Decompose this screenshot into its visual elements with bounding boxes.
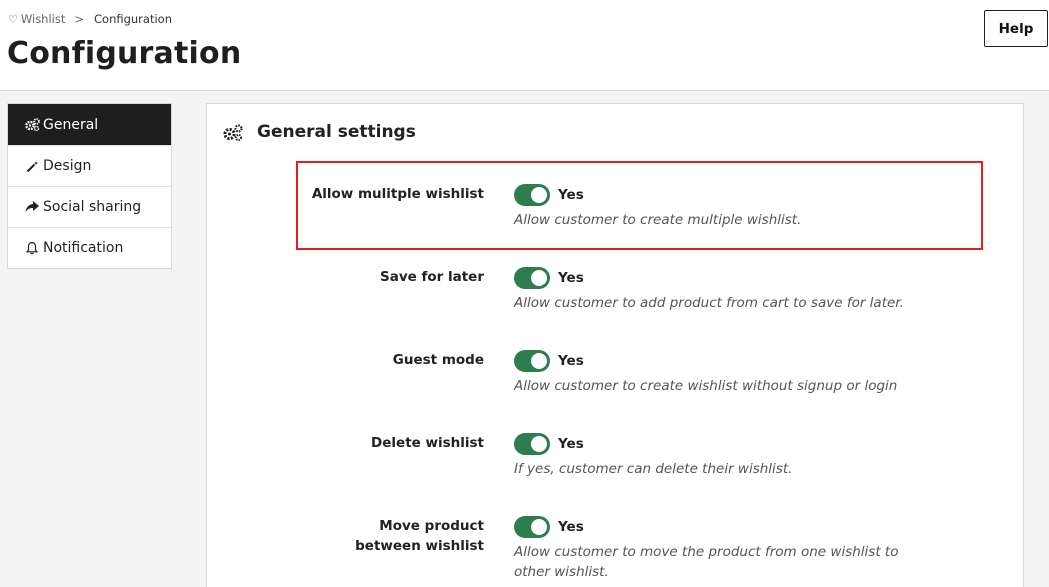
highlight-box bbox=[296, 161, 983, 250]
settings-sidebar: General Design Social sharing Notificati… bbox=[7, 103, 172, 269]
breadcrumb-current: Configuration bbox=[94, 12, 172, 26]
panel-title: General settings bbox=[223, 122, 416, 142]
breadcrumb-separator: > bbox=[74, 12, 84, 26]
guest-mode-toggle[interactable] bbox=[514, 350, 550, 372]
magic-wand-icon bbox=[23, 160, 41, 173]
bell-icon bbox=[23, 241, 41, 255]
toggle-value: Yes bbox=[558, 270, 584, 286]
sidebar-item-label: Design bbox=[43, 158, 92, 174]
setting-help-text: Allow customer to create wishlist withou… bbox=[514, 378, 898, 394]
setting-label: Guest mode bbox=[392, 352, 484, 368]
toggle-value: Yes bbox=[558, 519, 584, 535]
panel-title-text: General settings bbox=[257, 122, 416, 142]
save-for-later-toggle[interactable] bbox=[514, 267, 550, 289]
setting-label: Move product between wishlist bbox=[355, 518, 484, 554]
breadcrumb: ♡ Wishlist > Configuration bbox=[8, 12, 172, 26]
setting-help-text: Allow customer to create multiple wishli… bbox=[514, 212, 802, 228]
gears-icon bbox=[23, 118, 41, 131]
setting-label: Delete wishlist bbox=[371, 435, 484, 451]
toggle-value: Yes bbox=[558, 187, 584, 203]
setting-help-text: If yes, customer can delete their wishli… bbox=[514, 461, 793, 477]
page-title: Configuration bbox=[7, 36, 242, 71]
setting-label: Allow mulitple wishlist bbox=[311, 186, 484, 202]
sidebar-item-social-sharing[interactable]: Social sharing bbox=[8, 186, 171, 227]
move-product-toggle[interactable] bbox=[514, 516, 550, 538]
toggle-value: Yes bbox=[558, 436, 584, 452]
gears-icon bbox=[223, 123, 243, 141]
setting-label: Save for later bbox=[380, 269, 484, 285]
delete-wishlist-toggle[interactable] bbox=[514, 433, 550, 455]
breadcrumb-wishlist-link[interactable]: Wishlist bbox=[21, 12, 65, 26]
help-button[interactable]: Help bbox=[984, 10, 1048, 47]
page-header: ♡ Wishlist > Configuration Configuration… bbox=[0, 0, 1049, 91]
heart-icon: ♡ bbox=[8, 12, 18, 26]
sidebar-item-label: Social sharing bbox=[43, 199, 142, 215]
setting-help-text: Allow customer to add product from cart … bbox=[514, 295, 904, 311]
toggle-value: Yes bbox=[558, 353, 584, 369]
sidebar-item-label: Notification bbox=[43, 240, 124, 256]
sidebar-item-label: General bbox=[43, 116, 99, 133]
general-settings-panel: General settings Allow mulitple wishlist… bbox=[206, 103, 1024, 587]
share-icon bbox=[23, 201, 41, 213]
setting-help-text: Allow customer to move the product from … bbox=[514, 544, 899, 580]
sidebar-item-notification[interactable]: Notification bbox=[8, 227, 171, 268]
sidebar-item-general[interactable]: General bbox=[8, 104, 171, 145]
sidebar-item-design[interactable]: Design bbox=[8, 145, 171, 186]
multiple-wishlist-toggle[interactable] bbox=[514, 184, 550, 206]
